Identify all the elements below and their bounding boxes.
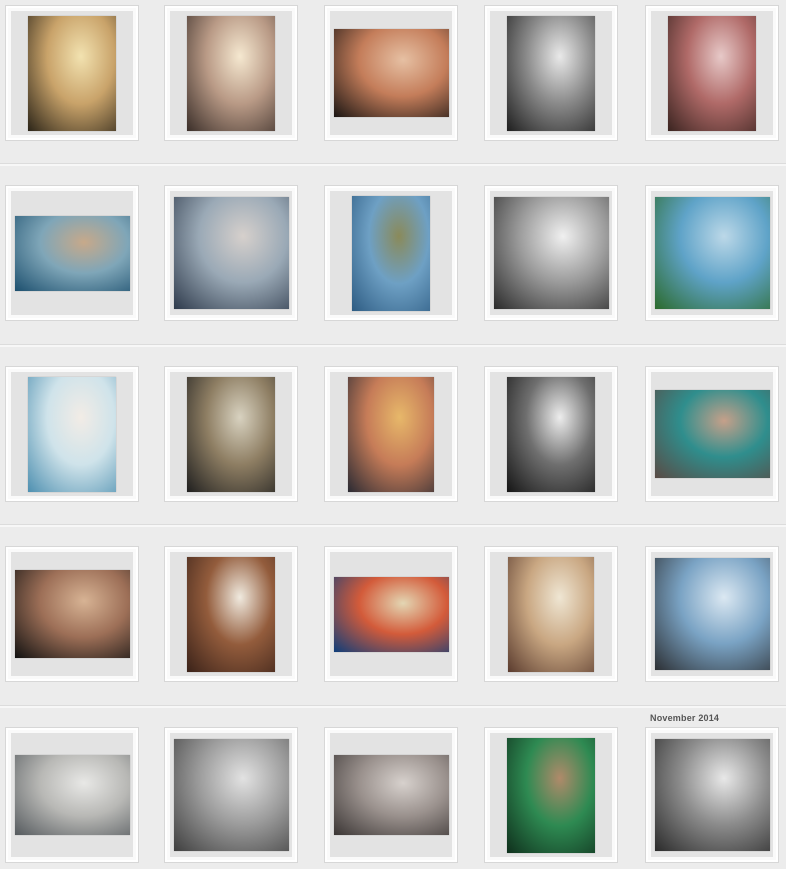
- photo-thumbnail[interactable]: [28, 15, 116, 131]
- photo-tile[interactable]: [324, 727, 458, 863]
- photo-tile[interactable]: [164, 546, 298, 682]
- photo-frame: [651, 733, 773, 857]
- photo-thumbnail[interactable]: [14, 215, 130, 291]
- photo-tile[interactable]: [324, 366, 458, 502]
- photo-thumbnail[interactable]: [187, 556, 275, 672]
- photo-frame: [330, 191, 452, 315]
- photo-thumbnail[interactable]: [28, 376, 116, 492]
- photo-frame: [651, 372, 773, 496]
- photo-frame: [170, 11, 292, 135]
- photo-thumbnail[interactable]: [173, 739, 289, 851]
- photo-tile[interactable]: [484, 185, 618, 321]
- photo-thumbnail[interactable]: [507, 737, 595, 853]
- photo-frame: [11, 733, 133, 857]
- photo-frame: [11, 11, 133, 135]
- photo-frame: [490, 191, 612, 315]
- photo-thumbnail[interactable]: [348, 376, 434, 492]
- photo-tile[interactable]: [645, 185, 779, 321]
- photo-frame: [170, 733, 292, 857]
- photo-frame: [170, 372, 292, 496]
- photo-thumbnail[interactable]: [333, 29, 449, 117]
- photo-thumbnail[interactable]: [654, 558, 770, 670]
- photo-thumbnail[interactable]: [333, 576, 449, 652]
- photo-tile[interactable]: [645, 546, 779, 682]
- photo-thumbnail[interactable]: [507, 376, 595, 492]
- photo-tile[interactable]: [5, 546, 139, 682]
- photo-thumbnail[interactable]: [333, 755, 449, 835]
- photo-frame: [11, 191, 133, 315]
- photo-thumbnail[interactable]: [654, 390, 770, 478]
- photo-frame: [330, 733, 452, 857]
- photo-frame: [11, 372, 133, 496]
- photo-frame: [490, 733, 612, 857]
- photo-tile[interactable]: [324, 546, 458, 682]
- photo-frame: [490, 372, 612, 496]
- photo-tile[interactable]: [164, 366, 298, 502]
- photo-frame: [651, 552, 773, 676]
- photo-thumbnail[interactable]: [654, 739, 770, 851]
- photo-tile[interactable]: [5, 727, 139, 863]
- photo-tile[interactable]: [5, 185, 139, 321]
- photo-tile[interactable]: [5, 366, 139, 502]
- photo-frame: [170, 191, 292, 315]
- photo-tile[interactable]: [484, 727, 618, 863]
- photo-tile[interactable]: [484, 5, 618, 141]
- photo-tile[interactable]: [164, 185, 298, 321]
- photo-tile[interactable]: [484, 366, 618, 502]
- photo-thumbnail[interactable]: [14, 570, 130, 658]
- photo-frame: [651, 191, 773, 315]
- photo-tile[interactable]: [5, 5, 139, 141]
- photo-frame: [651, 11, 773, 135]
- row-divider: [0, 163, 786, 166]
- month-label: November 2014: [650, 713, 720, 723]
- photo-thumbnail[interactable]: [187, 15, 275, 131]
- photo-frame: [330, 372, 452, 496]
- photo-frame: [170, 552, 292, 676]
- photo-thumbnail[interactable]: [508, 556, 594, 672]
- row-divider: [0, 524, 786, 527]
- row-divider: [0, 344, 786, 347]
- photo-thumbnail[interactable]: [14, 755, 130, 835]
- photo-tile[interactable]: [324, 5, 458, 141]
- photo-thumbnail[interactable]: [173, 197, 289, 309]
- photo-thumbnail[interactable]: [187, 376, 275, 492]
- photo-thumbnail[interactable]: [668, 15, 756, 131]
- photo-tile[interactable]: [645, 366, 779, 502]
- photo-frame: [490, 552, 612, 676]
- photo-tile[interactable]: [645, 5, 779, 141]
- photo-frame: [330, 552, 452, 676]
- row-divider: [0, 705, 786, 708]
- photo-thumbnail[interactable]: [507, 15, 595, 131]
- photo-tile[interactable]: [484, 546, 618, 682]
- photo-thumbnail[interactable]: [493, 197, 609, 309]
- photo-thumbnail[interactable]: [654, 197, 770, 309]
- photo-frame: [490, 11, 612, 135]
- photo-frame: [330, 11, 452, 135]
- photo-thumbnail[interactable]: [352, 195, 430, 311]
- photo-tile[interactable]: [164, 5, 298, 141]
- photo-frame: [11, 552, 133, 676]
- photo-tile[interactable]: [645, 727, 779, 863]
- photo-tile[interactable]: [324, 185, 458, 321]
- photo-tile[interactable]: [164, 727, 298, 863]
